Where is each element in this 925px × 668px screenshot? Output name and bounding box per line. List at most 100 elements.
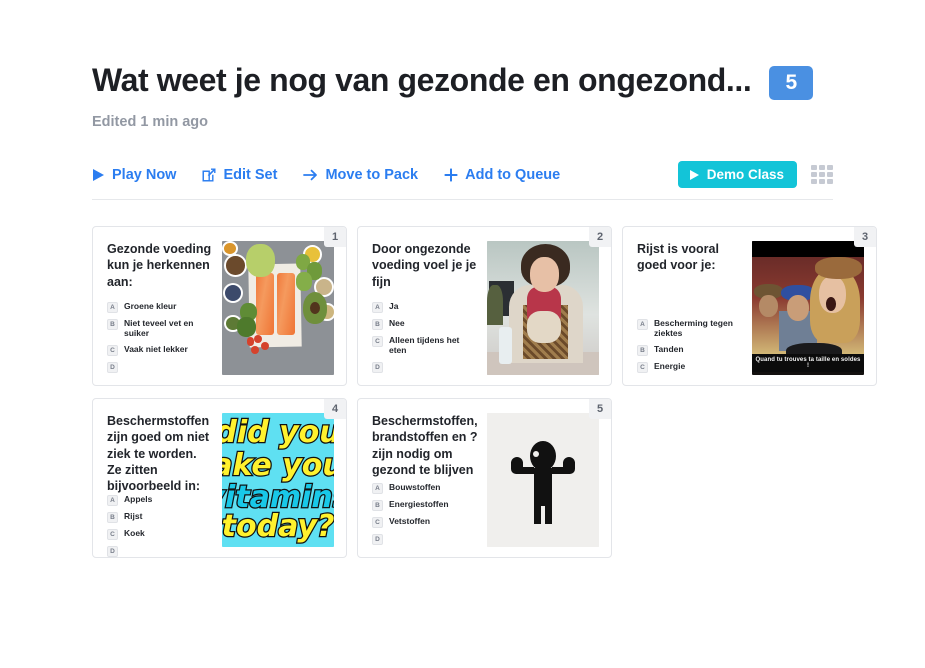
question-card[interactable]: Gezonde voeding kun je herkennen aan: A … (92, 226, 347, 386)
card-media: Quand tu trouves ta taille en soldes ! (752, 241, 864, 375)
edit-square-icon (202, 168, 216, 182)
answer-option: A Appels (107, 494, 214, 507)
answer-letter: B (372, 500, 383, 511)
grid-view-icon[interactable] (811, 165, 833, 184)
grid-cell (827, 172, 833, 177)
answer-option: A Groene kleur (107, 301, 214, 313)
meme-caption: Quand tu trouves ta taille en soldes ! (752, 354, 864, 373)
question-card[interactable]: Door ongezonde voeding voel je je fijn A… (357, 226, 612, 386)
question-text: Beschermstoffen zijn goed om niet ziek t… (107, 414, 210, 493)
demo-class-button[interactable]: Demo Class (677, 161, 797, 188)
answer-option: B Niet teveel vet en suiker (107, 318, 214, 339)
grid-cell (811, 172, 817, 177)
vitamins-line: did you (222, 415, 334, 451)
page-title: Wat weet je nog van gezonde en ongezond.… (92, 62, 752, 98)
card-media (222, 241, 334, 375)
vitamins-line: ake you (222, 447, 334, 483)
grid-cell (811, 165, 817, 170)
question-card[interactable]: Rijst is vooral goed voor je: A Bescherm… (622, 226, 877, 386)
demo-class-label: Demo Class (706, 167, 784, 182)
grid-cell (811, 179, 817, 184)
vitamins-graphic: did you ake you vitamins today? (222, 413, 334, 547)
question-text: Rijst is vooral goed voor je: (637, 242, 719, 273)
card-number-badge: 5 (589, 399, 611, 419)
answer-option: C Energie (637, 361, 744, 373)
card-media (487, 241, 599, 375)
answer-list: A Groene kleur B Niet teveel vet en suik… (107, 301, 214, 375)
answer-option: B Tanden (637, 344, 744, 356)
answer-letter: D (107, 362, 118, 373)
answer-option: D (372, 533, 479, 545)
question-text: Door ongezonde voeding voel je je fijn (372, 242, 477, 289)
answer-letter: A (637, 318, 648, 330)
edit-set-button[interactable]: Edit Set (202, 167, 277, 183)
action-toolbar: Play Now Edit Set Move to Pack Add to Qu… (92, 161, 833, 200)
answer-text: Alleen tijdens het eten (389, 334, 460, 356)
play-now-label: Play Now (112, 166, 177, 183)
answer-text: Niet teveel vet en suiker (124, 317, 194, 339)
answer-letter: C (372, 335, 383, 347)
strongman-icon (487, 413, 599, 547)
answer-list: A Bescherming tegen ziektes B Tanden C E… (637, 318, 744, 375)
answer-text: Nee (389, 317, 405, 328)
answer-letter: B (372, 318, 383, 330)
answer-text: Groene kleur (124, 300, 177, 311)
answer-option: A Bouwstoffen (372, 482, 479, 494)
answer-option: B Rijst (107, 511, 214, 524)
card-media: did you ake you vitamins today? (222, 413, 334, 547)
grid-cell (827, 165, 833, 170)
play-now-button[interactable]: Play Now (92, 167, 176, 183)
answer-text: Vetstoffen (389, 516, 431, 526)
answer-option: D (107, 361, 214, 373)
question-card-grid: Gezonde voeding kun je herkennen aan: A … (92, 226, 877, 558)
move-to-pack-label: Move to Pack (325, 166, 419, 183)
answer-letter: A (107, 495, 118, 507)
answer-letter: C (107, 529, 118, 541)
answer-letter: C (372, 517, 383, 528)
answer-text: Bouwstoffen (389, 482, 441, 492)
answer-letter: A (372, 483, 383, 494)
grid-cell (819, 179, 825, 184)
answer-text: Vaak niet lekker (124, 344, 188, 354)
card-text-column: Gezonde voeding kun je herkennen aan: A … (107, 241, 222, 375)
answer-option: B Nee (372, 318, 479, 330)
quiz-set-page: Wat weet je nog van gezonde en ongezond.… (0, 0, 925, 668)
answer-option: C Alleen tijdens het eten (372, 335, 479, 356)
answer-letter: B (107, 318, 118, 330)
answer-option: D (107, 545, 214, 557)
answer-text: Energiestoffen (389, 499, 449, 509)
answer-text: Koek (124, 528, 145, 539)
question-card[interactable]: Beschermstoffen zijn goed om niet ziek t… (92, 398, 347, 558)
card-text-column: Beschermstoffen, brandstoffen en ? zijn … (372, 413, 487, 547)
card-number-badge: 3 (854, 227, 876, 247)
answer-text: Bescherming tegen ziektes (654, 317, 733, 339)
answer-option: C Vetstoffen (372, 516, 479, 528)
answer-list: A Appels B Rijst C Koek D (107, 494, 214, 557)
answer-text: Energie (654, 361, 686, 371)
edited-timestamp: Edited 1 min ago (92, 114, 209, 130)
move-to-pack-button[interactable]: Move to Pack (303, 167, 418, 183)
meme-photo: Quand tu trouves ta taille en soldes ! (752, 241, 864, 375)
answer-letter: C (637, 362, 648, 373)
answer-letter: D (107, 546, 118, 557)
card-number-badge: 2 (589, 227, 611, 247)
answer-text: Tanden (654, 344, 684, 354)
arrow-right-icon (303, 168, 318, 182)
answer-letter: A (372, 301, 383, 313)
answer-text: Appels (124, 494, 153, 505)
add-to-queue-button[interactable]: Add to Queue (444, 167, 560, 183)
answer-list: A Bouwstoffen B Energiestoffen C Vetstof… (372, 482, 479, 547)
card-number-badge: 1 (324, 227, 346, 247)
question-text: Beschermstoffen, brandstoffen en ? zijn … (372, 414, 478, 477)
answer-option: D (372, 361, 479, 373)
edit-set-label: Edit Set (223, 166, 278, 183)
answer-text: Rijst (124, 511, 143, 522)
answer-letter: D (372, 362, 383, 373)
vitamins-line: today? (222, 509, 334, 545)
answer-letter: C (107, 345, 118, 356)
answer-option: A Bescherming tegen ziektes (637, 318, 744, 339)
answer-text: Ja (389, 300, 399, 311)
question-card[interactable]: Beschermstoffen, brandstoffen en ? zijn … (357, 398, 612, 558)
question-text: Gezonde voeding kun je herkennen aan: (107, 242, 212, 289)
healthy-food-photo (222, 241, 334, 375)
